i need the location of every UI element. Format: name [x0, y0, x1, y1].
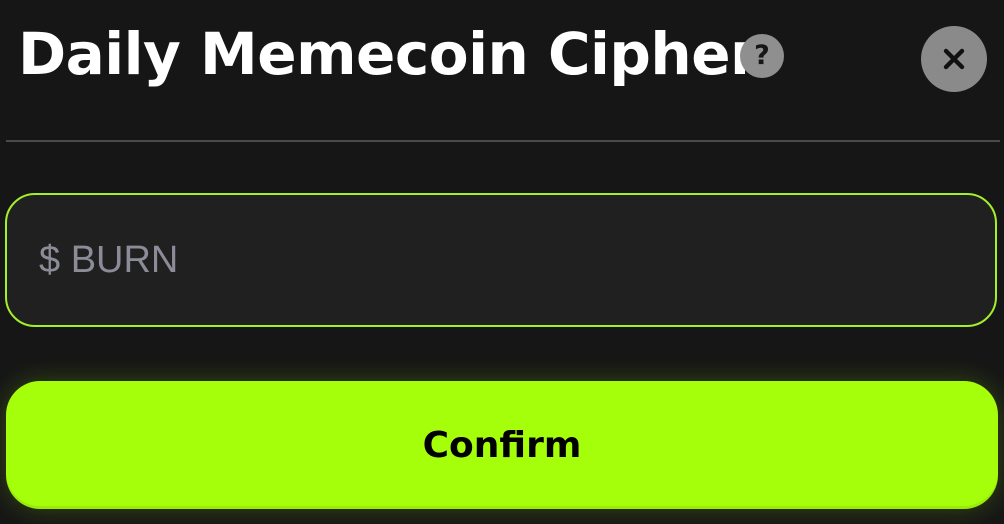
confirm-button[interactable]: Confirm: [6, 381, 998, 509]
close-button[interactable]: [921, 26, 987, 92]
cipher-input[interactable]: [7, 195, 995, 325]
help-question-icon[interactable]: ?: [740, 34, 784, 78]
dialog-title: Daily Memecoin Cipher: [18, 20, 759, 88]
header-divider: [6, 140, 1000, 142]
cipher-input-container: [5, 193, 997, 327]
close-x-icon: [943, 48, 965, 70]
cipher-dialog: Daily Memecoin Cipher ? Confirm: [0, 0, 1004, 524]
